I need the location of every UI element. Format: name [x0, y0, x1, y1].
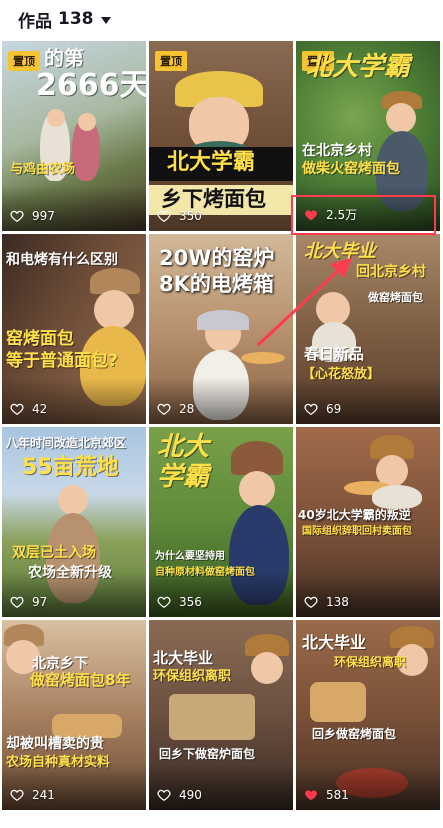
like-count: 350 [157, 209, 202, 223]
heart-icon [157, 596, 171, 609]
like-count: 581 [304, 788, 349, 802]
video-caption: 北京乡下 [32, 656, 88, 672]
video-tile[interactable]: 和电烤有什么区别 窑烤面包 等于普通面包? 42 [2, 234, 146, 424]
video-caption: 做窑烤面包8年 [30, 671, 131, 689]
video-caption: 做窑烤面包 [368, 291, 423, 304]
video-grid: 置顶 的第 2666天 与鸡由农场 997 置顶 北大学霸 乡下烤面包 350 … [0, 41, 443, 810]
video-caption: 55亩荒地 [22, 455, 119, 480]
video-caption: 学霸 [157, 462, 210, 492]
like-count: 69 [304, 402, 341, 416]
like-count: 42 [10, 402, 47, 416]
like-count: 97 [10, 595, 47, 609]
heart-icon [10, 210, 24, 223]
heart-icon [304, 403, 318, 416]
like-count-value: 241 [32, 788, 55, 802]
video-caption: 在北京乡村 [302, 143, 372, 159]
video-caption: 却被叫槽卖的贵 [6, 736, 104, 752]
video-caption: 北大毕业 [304, 241, 376, 262]
video-tile[interactable]: 八年时间改造北京郊区 55亩荒地 双层已土入场 农场全新升级 97 [2, 427, 146, 617]
video-tile[interactable]: 北大毕业 环保组织离职 回乡做窑烤面包 581 [296, 620, 440, 810]
video-caption: 窑烤面包 [6, 329, 74, 349]
video-caption: 环保组织离职 [153, 669, 232, 684]
heart-icon [10, 789, 24, 802]
video-caption: 为什么要坚持用 [155, 551, 225, 562]
chevron-down-icon[interactable] [100, 16, 111, 24]
video-caption: 20W的窑炉 [159, 246, 275, 270]
video-tile[interactable]: 北京乡下 做窑烤面包8年 却被叫槽卖的贵 农场自种真材实料 241 [2, 620, 146, 810]
video-caption: 八年时间改造北京郊区 [6, 436, 127, 450]
video-tile[interactable]: 北大毕业 回北京乡村 做窑烤面包 春日新品 【心花怒放】 69 [296, 234, 440, 424]
video-caption: 北大学霸 [167, 150, 256, 175]
video-caption: 北大学霸 [306, 52, 411, 82]
video-caption: 和电烤有什么区别 [6, 252, 118, 268]
like-count-value: 28 [179, 402, 195, 416]
video-caption: 回乡下做窑炉面包 [159, 747, 256, 761]
heart-icon [157, 789, 171, 802]
video-caption: 与鸡由农场 [10, 162, 76, 177]
like-count-value: 138 [326, 595, 349, 609]
heart-icon [304, 596, 318, 609]
like-count: 356 [157, 595, 202, 609]
video-caption: 北大毕业 [302, 633, 367, 652]
like-count: 241 [10, 788, 55, 802]
video-tile[interactable]: 北大毕业 环保组织离职 回乡下做窑炉面包 490 [149, 620, 293, 810]
highlight-box [291, 195, 436, 235]
heart-icon [10, 596, 24, 609]
video-caption: 北大 [157, 432, 210, 462]
heart-icon [10, 403, 24, 416]
video-caption: 春日新品 [304, 345, 365, 363]
works-header[interactable]: 作品 138 [0, 0, 443, 38]
pinned-badge: 置顶 [155, 51, 187, 71]
video-caption: 2666天 [36, 68, 146, 103]
video-tile[interactable]: 40岁北大学霸的叛逆 国际组织辞职回村卖面包 138 [296, 427, 440, 617]
video-caption: 环保组织离职 [334, 655, 407, 669]
video-tile[interactable]: 20W的窑炉 8K的电烤箱 28 [149, 234, 293, 424]
like-count: 490 [157, 788, 202, 802]
heart-filled-icon [305, 790, 317, 801]
video-caption: 回北京乡村 [356, 264, 426, 280]
video-caption: 北大毕业 [153, 649, 214, 667]
like-count-value: 356 [179, 595, 202, 609]
video-caption: 8K的电烤箱 [159, 272, 274, 296]
works-title: 作品 [18, 11, 52, 32]
like-count: 28 [157, 402, 194, 416]
like-count-value: 350 [179, 209, 202, 223]
like-count-value: 581 [326, 788, 349, 802]
heart-icon [157, 403, 171, 416]
like-count-value: 997 [32, 209, 55, 223]
like-count: 997 [10, 209, 55, 223]
works-count: 138 [58, 9, 94, 29]
video-tile[interactable]: 北大 学霸 为什么要坚持用 自种原材料做窑烤面包 356 [149, 427, 293, 617]
like-count-value: 490 [179, 788, 202, 802]
like-count-value: 69 [326, 402, 342, 416]
video-caption: 40岁北大学霸的叛逆 [298, 508, 411, 522]
like-count-value: 97 [32, 595, 48, 609]
video-caption: 回乡做窑烤面包 [312, 727, 397, 741]
video-caption: 双层已土入场 [12, 545, 96, 561]
like-count-value: 42 [32, 402, 48, 416]
heart-icon [157, 210, 171, 223]
video-caption: 做柴火窑烤面包 [302, 161, 400, 177]
video-tile[interactable]: 置顶 的第 2666天 与鸡由农场 997 [2, 41, 146, 231]
video-caption: 等于普通面包? [6, 351, 118, 371]
video-tile[interactable]: 置顶 北大学霸 乡下烤面包 350 [149, 41, 293, 231]
like-count: 138 [304, 595, 349, 609]
video-caption: 乡下烤面包 [161, 187, 266, 211]
video-caption: 国际组织辞职回村卖面包 [302, 526, 412, 537]
video-caption: 的第 [44, 46, 84, 70]
